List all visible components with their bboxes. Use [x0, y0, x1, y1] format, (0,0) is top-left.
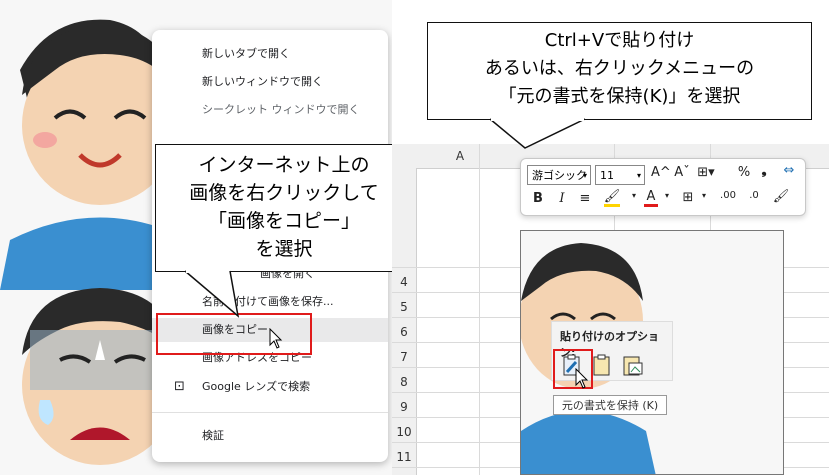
increase-font-button[interactable]: A^ [651, 165, 671, 180]
instruction-callout-right: Ctrl+Vで貼り付け あるいは、右クリックメニューの 「元の書式を保持(K)」… [427, 22, 812, 120]
menu-item-label: 新しいウィンドウで開く [202, 75, 323, 88]
menu-item-label: 新しいタブで開く [202, 47, 290, 60]
row-number[interactable]: 11 [392, 450, 416, 464]
row-number[interactable]: 6 [392, 325, 416, 339]
font-size-value: 11 [600, 169, 614, 182]
row-number[interactable]: 4 [392, 275, 416, 289]
chevron-down-icon[interactable]: ▾ [662, 191, 672, 200]
column-header-a[interactable]: A [442, 144, 478, 168]
row-number[interactable]: 8 [392, 375, 416, 389]
callout-line: を選択 [255, 238, 313, 260]
menu-item-label: シークレット ウィンドウで開く [202, 103, 360, 116]
row-number[interactable]: 9 [392, 400, 416, 414]
callout-line: 画像を右クリックして [189, 182, 379, 204]
menu-item-open-new-tab[interactable]: 新しいタブで開く [152, 42, 388, 66]
bold-button[interactable]: B [531, 191, 545, 206]
borders-icon[interactable]: ⊞ [679, 190, 697, 205]
menu-item-label: 検証 [202, 429, 224, 442]
mouse-cursor-icon [269, 328, 283, 349]
chevron-down-icon[interactable]: ▾ [699, 191, 709, 200]
font-color-letter: A [646, 189, 656, 204]
align-center-button[interactable]: ≡ [577, 191, 593, 206]
merge-center-icon[interactable]: ⇔ [779, 163, 799, 178]
callout-pointer [184, 270, 240, 318]
comma-style-button[interactable]: ❟ [757, 163, 771, 178]
lens-icon: ⊡ [174, 379, 185, 394]
callout-line: 「画像をコピー」 [207, 210, 360, 232]
number-format-icon[interactable]: ⊞▾ [695, 165, 717, 180]
percent-button[interactable]: % [735, 165, 753, 180]
italic-button[interactable]: I [555, 191, 569, 206]
callout-line: 「元の書式を保持(K)」を選択 [498, 86, 741, 107]
chevron-down-icon: ▾ [582, 171, 587, 180]
decrease-decimal-button[interactable]: .0 [743, 190, 765, 201]
menu-item-open-new-window[interactable]: 新しいウィンドウで開く [152, 70, 388, 94]
instruction-callout-left: インターネット上の 画像を右クリックして 「画像をコピー」 を選択 [155, 144, 413, 272]
row-number[interactable]: 5 [392, 300, 416, 314]
callout-line: Ctrl+Vで貼り付け [544, 30, 695, 51]
menu-item-open-incognito[interactable]: シークレット ウィンドウで開く [152, 98, 388, 122]
floating-mini-toolbar: 游ゴシック ▾ 11 ▾ A^ Aˇ ⊞▾ % ❟ ⇔ B I ≡ 🖌 ▾ A ▾ … [520, 158, 806, 216]
paste-as-picture-icon[interactable] [622, 354, 644, 376]
callout-pointer [489, 118, 586, 149]
fill-color-button[interactable]: 🖌 [601, 189, 623, 207]
font-name-value: 游ゴシック [532, 169, 587, 182]
format-painter-icon[interactable]: 🖌 [771, 189, 791, 204]
row-number[interactable]: 10 [392, 425, 416, 439]
menu-item-label: Google レンズで検索 [202, 380, 311, 393]
menu-divider [152, 412, 388, 413]
gridline [479, 144, 480, 475]
paste-icon[interactable] [592, 354, 612, 376]
font-name-select[interactable]: 游ゴシック ▾ [527, 165, 591, 185]
callout-line: インターネット上の [198, 154, 370, 176]
row-number[interactable]: 7 [392, 350, 416, 364]
font-size-select[interactable]: 11 ▾ [595, 165, 645, 185]
chevron-down-icon[interactable]: ▾ [629, 191, 639, 200]
callout-line: あるいは、右クリックメニューの [484, 58, 755, 79]
font-color-button[interactable]: A [643, 189, 659, 207]
increase-decimal-button[interactable]: .00 [717, 190, 739, 201]
menu-item-google-lens[interactable]: ⊡ Google レンズで検索 [152, 375, 388, 399]
mouse-cursor-icon [575, 368, 589, 389]
keep-source-format-tooltip: 元の書式を保持 (K) [553, 395, 667, 415]
menu-item-inspect[interactable]: 検証 [152, 424, 388, 448]
decrease-font-button[interactable]: Aˇ [673, 165, 691, 180]
chevron-down-icon: ▾ [636, 171, 641, 180]
